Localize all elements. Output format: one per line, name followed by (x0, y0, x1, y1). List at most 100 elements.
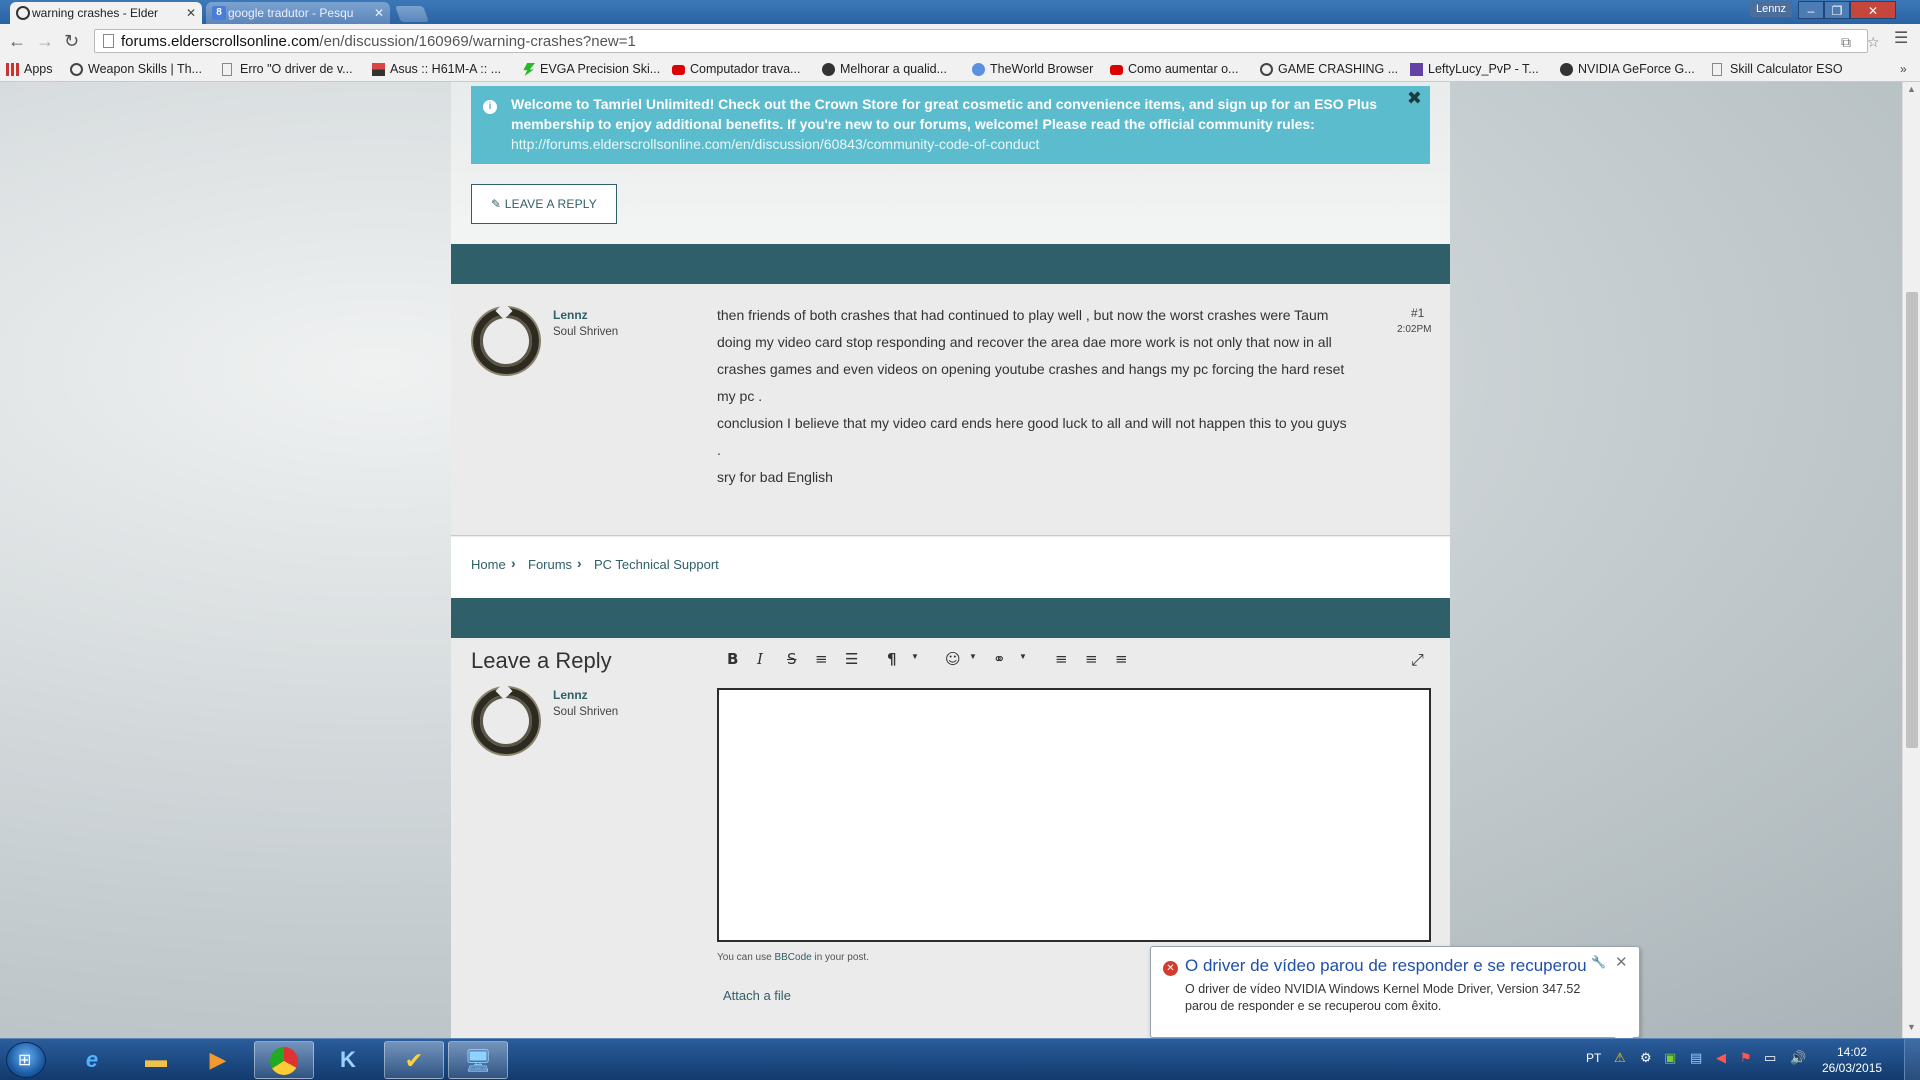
reload-icon[interactable]: ↻ (64, 32, 79, 50)
bold-button[interactable]: B (727, 650, 738, 668)
scroll-thumb[interactable] (1906, 292, 1918, 748)
bookmark-item[interactable]: LeftyLucy_PvP - T... (1410, 62, 1539, 76)
site-icon (1560, 63, 1573, 76)
tab-google-tradutor[interactable]: 8 google tradutor - Pesqu ✕ (206, 2, 390, 24)
breadcrumb-pc-technical-support[interactable]: PC Technical Support (594, 557, 719, 572)
bookmark-star-icon[interactable]: ☆ (1867, 34, 1880, 51)
file-explorer-icon[interactable]: ▬ (126, 1041, 186, 1079)
language-indicator[interactable]: PT (1586, 1051, 1601, 1065)
paragraph-format-icon[interactable]: ¶ (887, 650, 897, 668)
align-right-icon[interactable]: ≡ (1115, 650, 1128, 668)
window-close-button[interactable]: ✕ (1850, 1, 1896, 19)
info-icon: i (483, 100, 497, 114)
volume-icon[interactable]: 🔊 (1790, 1050, 1806, 1066)
chevron-right-icon: › (511, 555, 516, 571)
breadcrumb-home[interactable]: Home (471, 557, 506, 572)
speaker-muted-icon[interactable]: ◀ (1716, 1050, 1726, 1066)
clock-date: 26/03/2015 (1822, 1061, 1883, 1075)
windows-logo-icon: ⊞ (18, 1052, 32, 1069)
chrome-menu-icon[interactable]: ☰ (1894, 28, 1908, 48)
bookmark-item[interactable]: Asus :: H61M-A :: ... (372, 62, 501, 76)
profile-badge[interactable]: Lennz (1750, 1, 1792, 17)
gpu-tool-icon[interactable]: ▤ (1690, 1050, 1702, 1066)
maximize-button[interactable]: ❐ (1824, 1, 1850, 19)
attach-file-link[interactable]: Attach a file (723, 988, 791, 1003)
network-icon[interactable]: ▭ (1764, 1050, 1776, 1066)
evga-icon (523, 63, 535, 76)
media-player-icon[interactable]: ▶ (188, 1041, 248, 1079)
notice-close-icon[interactable]: ✖ (1407, 88, 1422, 108)
tab-close-icon[interactable]: ✕ (186, 2, 196, 24)
bookmark-item[interactable]: Skill Calculator ESO (1712, 62, 1843, 76)
user-avatar[interactable] (473, 308, 539, 374)
action-center-flag-icon[interactable]: ⚑ (1740, 1050, 1752, 1066)
app-chart-icon[interactable]: ✔ (384, 1041, 444, 1079)
chevron-down-icon[interactable]: ▼ (1019, 652, 1027, 661)
url-text[interactable]: forums.elderscrollsonline.com/en/discuss… (121, 33, 636, 50)
post-time: 2:02PM (1397, 324, 1432, 335)
page-scrollbar[interactable]: ▲ ▼ (1902, 82, 1920, 1038)
settings-icon[interactable]: 🔧 (1591, 955, 1606, 969)
align-center-icon[interactable]: ≡ (1085, 650, 1098, 668)
back-arrow-icon[interactable]: ← (8, 32, 26, 50)
driver-notification-balloon[interactable]: ✕ O driver de vídeo parou de responder e… (1150, 946, 1640, 1038)
translate-icon[interactable]: ⧉ (1841, 34, 1851, 51)
system-clock[interactable]: 14:02 26/03/2015 (1822, 1044, 1882, 1076)
post-body: then friends of both crashes that had co… (717, 302, 1347, 491)
bookmark-item[interactable]: GAME CRASHING ... (1260, 62, 1398, 76)
tab-close-icon[interactable]: ✕ (374, 2, 384, 24)
fullscreen-icon[interactable]: ⤢ (1411, 650, 1424, 670)
italic-button[interactable]: I (757, 650, 763, 668)
ordered-list-icon[interactable]: ≡ (815, 650, 828, 668)
post-permalink[interactable]: #1 (1411, 306, 1424, 320)
address-bar[interactable]: forums.elderscrollsonline.com/en/discuss… (94, 29, 1880, 53)
minimize-button[interactable]: – (1798, 1, 1824, 19)
breadcrumb-forums[interactable]: Forums (528, 557, 572, 572)
bookmark-item[interactable]: Weapon Skills | Th... (70, 62, 202, 76)
strikethrough-button[interactable]: S (787, 650, 797, 668)
chevron-down-icon[interactable]: ▼ (969, 652, 977, 661)
warning-icon[interactable]: ⚠ (1614, 1050, 1626, 1066)
bookmark-item[interactable]: NVIDIA GeForce G... (1560, 62, 1695, 76)
chrome-taskbar-icon[interactable] (254, 1041, 314, 1079)
scroll-up-icon[interactable]: ▲ (1907, 84, 1916, 94)
error-icon: ✕ (1163, 961, 1178, 976)
steam-icon[interactable]: ⚙ (1640, 1050, 1652, 1066)
align-left-icon[interactable]: ≡ (1055, 650, 1068, 668)
reply-author-name[interactable]: Lennz (553, 688, 588, 702)
link-icon[interactable]: ⚭ (993, 650, 1006, 668)
internet-explorer-icon[interactable]: e (62, 1041, 122, 1079)
scroll-down-icon[interactable]: ▼ (1907, 1022, 1916, 1032)
app-monitor-icon[interactable]: 🖥 (448, 1041, 508, 1079)
leave-a-reply-button[interactable]: ✎ LEAVE A REPLY (471, 184, 617, 224)
bookmark-item[interactable]: Erro "O driver de v... (222, 62, 353, 76)
tab-warning-crashes[interactable]: warning crashes - Elder ✕ (10, 2, 202, 24)
bookmarks-overflow-icon[interactable]: » (1900, 62, 1907, 76)
bookmark-item[interactable]: EVGA Precision Ski... (522, 62, 660, 76)
reply-author-rank: Soul Shriven (553, 706, 619, 718)
bookmark-item[interactable]: Melhorar a qualid... (822, 62, 947, 76)
forum-content: i Welcome to Tamriel Unlimited! Check ou… (451, 82, 1450, 1038)
bookmark-item[interactable]: TheWorld Browser (972, 62, 1093, 76)
community-rules-link[interactable]: http://forums.elderscrollsonline.com/en/… (511, 136, 1039, 152)
bookmark-item[interactable]: Como aumentar o... (1110, 62, 1238, 76)
chevron-down-icon[interactable]: ▼ (911, 652, 919, 661)
forward-arrow-icon[interactable]: → (36, 32, 54, 50)
user-avatar (473, 688, 539, 754)
start-button[interactable]: ⊞ (6, 1042, 46, 1078)
nvidia-icon[interactable]: ▣ (1664, 1050, 1676, 1066)
post-paragraph: sry for bad English (717, 469, 833, 485)
reply-editor[interactable] (717, 688, 1431, 942)
bbcode-link[interactable]: BBCode (774, 952, 811, 963)
unordered-list-icon[interactable]: ☰ (845, 650, 858, 668)
bookmark-apps[interactable]: Apps (6, 62, 53, 76)
post-author-name[interactable]: Lennz (553, 308, 588, 322)
new-tab-button[interactable] (395, 6, 429, 22)
bookmark-item[interactable]: Computador trava... (672, 62, 800, 76)
emoji-icon[interactable]: ☺ (945, 650, 961, 668)
app-k-icon[interactable]: K (318, 1041, 378, 1079)
show-desktop-button[interactable] (1904, 1039, 1920, 1080)
browser-tab-strip: warning crashes - Elder ✕ 8 google tradu… (0, 0, 1920, 24)
reply-header-bar (451, 598, 1450, 638)
notification-close-icon[interactable]: ✕ (1615, 953, 1628, 971)
